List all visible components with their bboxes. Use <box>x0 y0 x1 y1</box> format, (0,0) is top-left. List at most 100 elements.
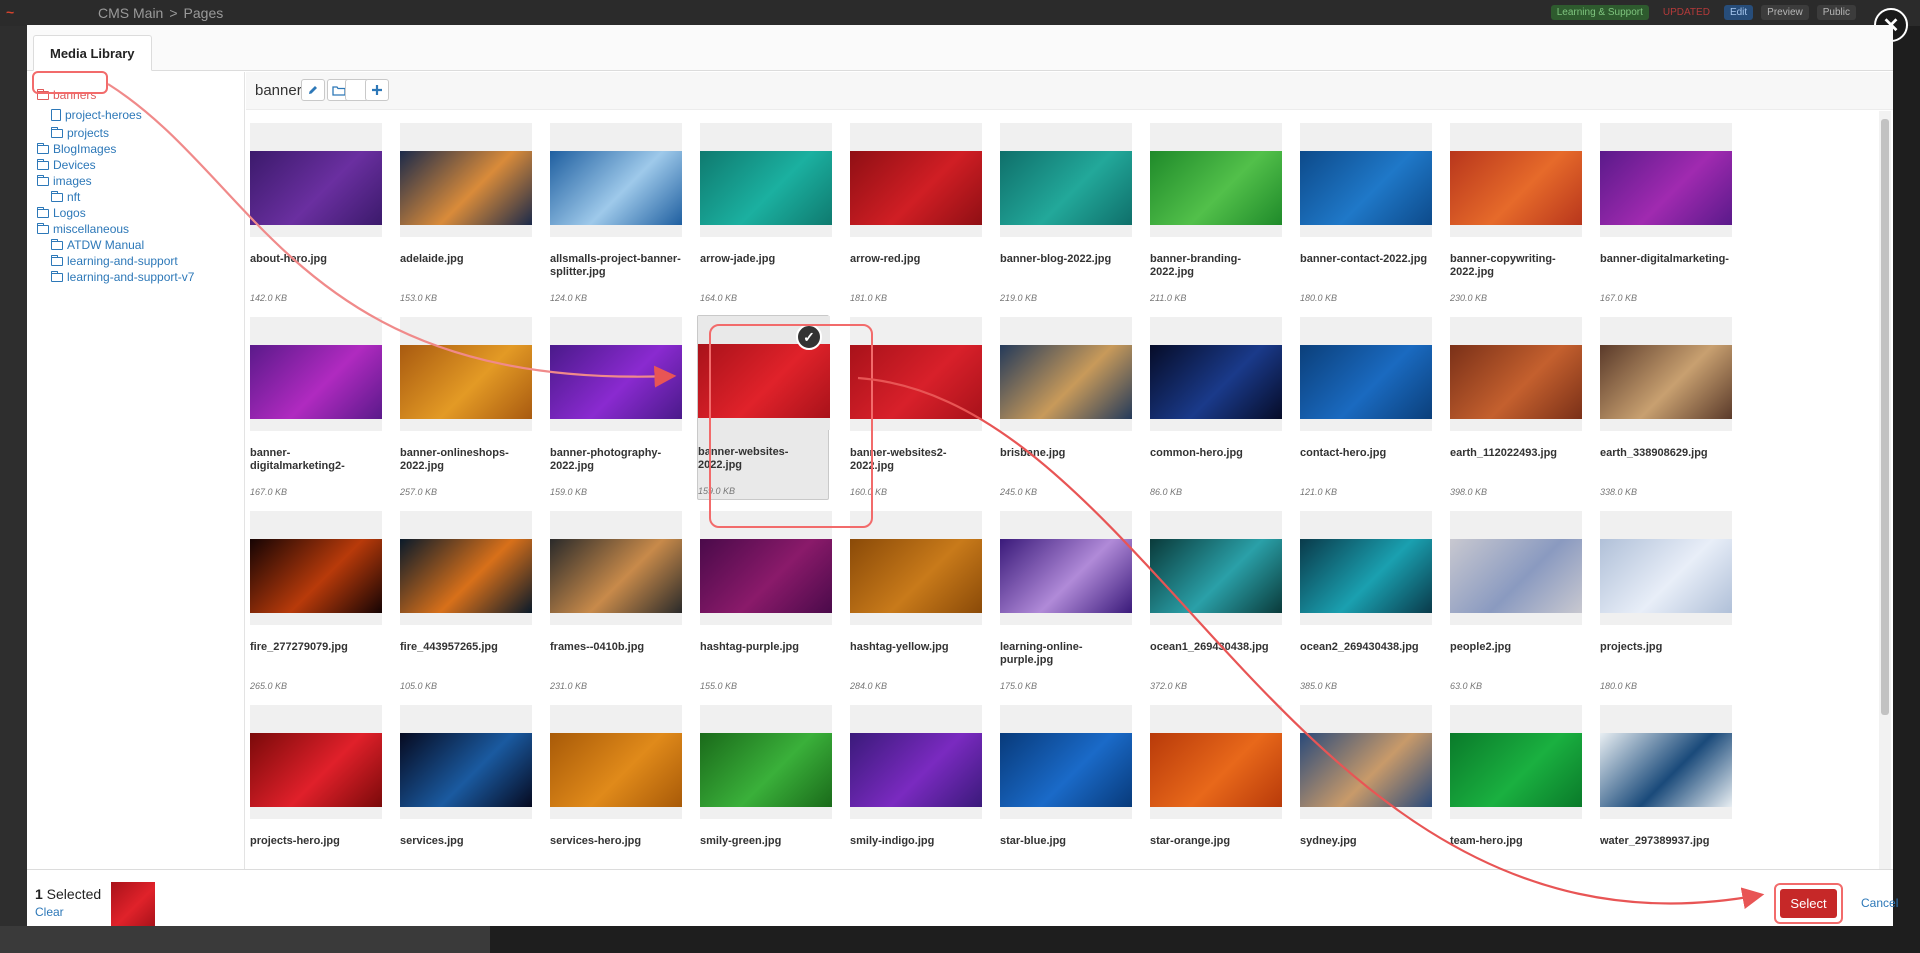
media-tile[interactable]: earth_338908629.jpg 338.0 KB <box>1600 317 1732 502</box>
tree-item-label: learning-and-support <box>67 254 178 268</box>
tree-item-blogimages[interactable]: BlogImages <box>37 142 116 156</box>
thumbnail-image <box>400 151 532 225</box>
media-tile[interactable]: banner-photography-2022.jpg 159.0 KB <box>550 317 682 502</box>
media-tile[interactable]: team-hero.jpg131.0 KB <box>1450 705 1582 869</box>
folder-icon <box>51 126 63 138</box>
file-size: 211.0 KB <box>1150 293 1187 303</box>
tree-item-learning-and-support-v7[interactable]: learning-and-support-v7 <box>51 270 194 284</box>
file-size: 245.0 KB <box>1000 487 1038 497</box>
rename-folder-button[interactable] <box>301 79 325 101</box>
tree-item-label: projects <box>67 126 110 140</box>
file-size: 231.0 KB <box>550 681 588 691</box>
file-name: projects.jpg <box>1600 641 1663 653</box>
file-size: 167.0 KB <box>250 487 288 497</box>
file-size: 63.0 KB <box>1450 681 1483 691</box>
media-tile[interactable]: contact-hero.jpg 121.0 KB <box>1300 317 1432 502</box>
media-tile[interactable]: projects-hero.jpg157.0 KB <box>250 705 382 869</box>
media-tile[interactable]: learning-online-purple.jpg 175.0 KB <box>1000 511 1132 696</box>
media-tile[interactable]: allsmalls-project-banner-splitter.jpg 124… <box>550 123 682 308</box>
tree-item-devices[interactable]: Devices <box>37 158 96 172</box>
file-size: 155.0 KB <box>700 681 738 691</box>
media-tile[interactable]: people2.jpg 63.0 KB <box>1450 511 1582 696</box>
file-size: 124.0 KB <box>550 293 588 303</box>
grid-scrollbar[interactable] <box>1879 111 1891 869</box>
cancel-link[interactable]: Cancel <box>1861 896 1898 910</box>
file-size: 385.0 KB <box>1300 681 1338 691</box>
tree-item-nft[interactable]: nft <box>51 190 80 204</box>
folder-toolbar: banners <box>246 72 1893 110</box>
tree-item-learning-and-support[interactable]: learning-and-support <box>51 254 178 268</box>
selected-count-text: 1 Selected <box>35 886 101 902</box>
media-tile[interactable]: brisbane.jpg 245.0 KB <box>1000 317 1132 502</box>
tree-item-miscellaneous[interactable]: miscellaneous <box>37 222 129 236</box>
media-tile[interactable]: about-hero.jpg 142.0 KB <box>250 123 382 308</box>
file-name: banner-branding-2022.jpg <box>1150 253 1242 278</box>
tree-item-projects[interactable]: projects <box>51 126 109 140</box>
thumbnail-image <box>250 733 382 807</box>
folder-icon <box>51 238 63 250</box>
pencil-icon <box>307 84 319 96</box>
media-tile[interactable]: smily-indigo.jpg147.0 KB <box>850 705 982 869</box>
file-size: 159.0 KB <box>550 487 588 497</box>
media-tile[interactable]: common-hero.jpg 86.0 KB <box>1150 317 1282 502</box>
media-tile[interactable]: water_297389937.jpg278.0 KB <box>1600 705 1732 869</box>
media-tile[interactable]: fire_277279079.jpg 265.0 KB <box>250 511 382 696</box>
thumbnail-image <box>1150 151 1282 225</box>
media-tile[interactable]: projects.jpg 180.0 KB <box>1600 511 1732 696</box>
media-tile[interactable]: banner-contact-2022.jpg 180.0 KB <box>1300 123 1432 308</box>
media-tile[interactable]: arrow-jade.jpg 164.0 KB <box>700 123 832 308</box>
media-tile[interactable]: star-blue.jpg216.0 KB <box>1000 705 1132 869</box>
selected-label: Selected <box>42 886 102 902</box>
media-tile[interactable]: hashtag-yellow.jpg 284.0 KB <box>850 511 982 696</box>
file-name: team-hero.jpg <box>1450 835 1523 847</box>
media-tile[interactable]: banner-digitalmarketing2- 167.0 KB <box>250 317 382 502</box>
folder-icon <box>37 206 49 218</box>
tree-item-atdw-manual[interactable]: ATDW Manual <box>51 238 144 252</box>
media-tile[interactable]: fire_443957265.jpg 105.0 KB <box>400 511 532 696</box>
thumbnail-image <box>550 539 682 613</box>
media-tile[interactable]: ocean2_269430438.jpg 385.0 KB <box>1300 511 1432 696</box>
scrollbar-thumb[interactable] <box>1881 119 1889 715</box>
tree-item-images[interactable]: images <box>37 174 92 188</box>
media-tile[interactable]: arrow-red.jpg 181.0 KB <box>850 123 982 308</box>
file-name: smily-indigo.jpg <box>850 835 935 847</box>
media-tile[interactable]: banner-branding-2022.jpg 211.0 KB <box>1150 123 1282 308</box>
media-tile[interactable]: ocean1_269430438.jpg 372.0 KB <box>1150 511 1282 696</box>
thumbnail-image <box>1000 733 1132 807</box>
thumbnail-image <box>550 733 682 807</box>
clear-selection-link[interactable]: Clear <box>35 905 64 919</box>
file-name: fire_277279079.jpg <box>250 641 348 653</box>
file-size: 167.0 KB <box>1600 293 1638 303</box>
file-name: banner-onlineshops-2022.jpg <box>400 447 509 472</box>
media-tile[interactable]: banner-onlineshops-2022.jpg 257.0 KB <box>400 317 532 502</box>
media-tile[interactable]: hashtag-purple.jpg 155.0 KB <box>700 511 832 696</box>
media-tile[interactable]: frames--0410b.jpg 231.0 KB <box>550 511 682 696</box>
media-tile[interactable]: star-orange.jpg219.0 KB <box>1150 705 1282 869</box>
file-size: 105.0 KB <box>400 681 438 691</box>
media-tile[interactable]: banner-digitalmarketing- 167.0 KB <box>1600 123 1732 308</box>
folder-icon <box>51 270 63 282</box>
media-tile[interactable]: services.jpg99.0 KB <box>400 705 532 869</box>
file-name: common-hero.jpg <box>1150 447 1243 459</box>
media-tile[interactable]: banner-copywriting-2022.jpg 230.0 KB <box>1450 123 1582 308</box>
selected-count: 1 <box>35 886 43 902</box>
tree-item-project-heroes[interactable]: project-heroes <box>51 108 142 122</box>
background-bottom-bar <box>0 926 490 953</box>
updated-badge: UPDATED <box>1662 7 1710 18</box>
thumbnail-image <box>1300 733 1432 807</box>
file-name: frames--0410b.jpg <box>550 641 645 653</box>
media-tile[interactable]: adelaide.jpg 153.0 KB <box>400 123 532 308</box>
tree-item-logos[interactable]: Logos <box>37 206 86 220</box>
media-tile[interactable]: smily-green.jpg206.0 KB <box>700 705 832 869</box>
media-tile[interactable]: earth_112022493.jpg 398.0 KB <box>1450 317 1582 502</box>
media-tile[interactable]: services-hero.jpg206.0 KB <box>550 705 682 869</box>
media-tile[interactable]: banner-blog-2022.jpg 219.0 KB <box>1000 123 1132 308</box>
select-button[interactable]: Select <box>1780 889 1837 918</box>
file-name: arrow-red.jpg <box>850 253 921 265</box>
file-size: 181.0 KB <box>850 293 888 303</box>
upload-button[interactable] <box>365 79 389 101</box>
thumbnail-image <box>400 539 532 613</box>
plus-icon <box>371 84 383 96</box>
media-tile[interactable]: sydney.jpg260.0 KB <box>1300 705 1432 869</box>
tab-media-library[interactable]: Media Library <box>33 35 152 71</box>
